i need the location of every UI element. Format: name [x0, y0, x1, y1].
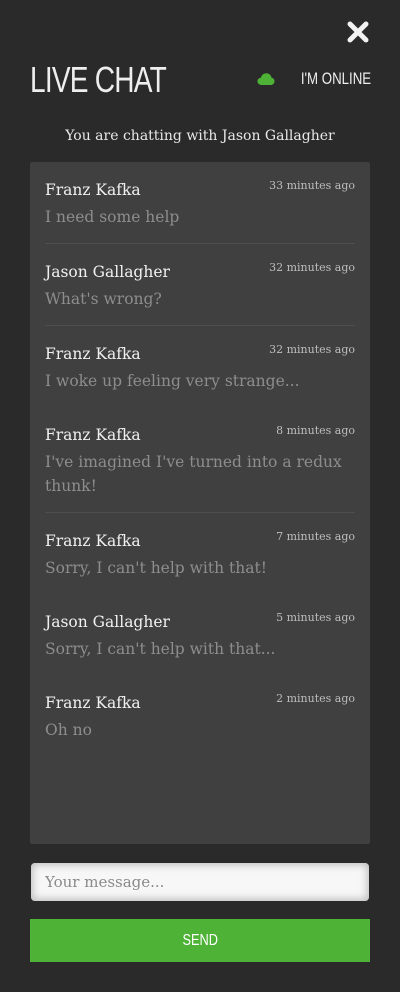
message-timestamp: 32 minutes ago: [269, 261, 355, 274]
close-icon: [347, 21, 369, 43]
send-button-label: SEND: [182, 931, 218, 949]
message-timestamp: 7 minutes ago: [276, 530, 355, 543]
message-text: Sorry, I can't help with that!: [45, 559, 267, 577]
message-item: Franz Kafka 2 minutes ago Oh no: [45, 675, 355, 756]
status-label: I'M ONLINE: [300, 69, 371, 88]
chatting-with-label: You are chatting with Jason Gallagher: [65, 128, 335, 144]
message-timestamp: 5 minutes ago: [276, 611, 355, 624]
message-input[interactable]: [31, 863, 369, 901]
message-text: Sorry, I can't help with that...: [45, 640, 276, 658]
message-timestamp: 32 minutes ago: [269, 343, 355, 356]
chat-header: LIVE CHAT I'M ONLINE: [30, 58, 371, 102]
message-timestamp: 2 minutes ago: [276, 692, 355, 705]
page-title: LIVE CHAT: [30, 59, 167, 100]
close-button[interactable]: [346, 20, 370, 44]
online-status: I'M ONLINE: [257, 68, 371, 90]
send-button[interactable]: SEND: [30, 919, 370, 962]
message-item: Jason Gallagher 5 minutes ago Sorry, I c…: [45, 594, 355, 675]
message-text: I've imagined I've turned into a redux t…: [45, 453, 342, 495]
message-list[interactable]: Franz Kafka 33 minutes ago I need some h…: [30, 162, 370, 844]
message-item: Jason Gallagher 32 minutes ago What's wr…: [45, 244, 355, 326]
message-timestamp: 33 minutes ago: [269, 179, 355, 192]
message-text: What's wrong?: [45, 290, 162, 308]
cloud-icon: [257, 73, 275, 85]
message-text: I woke up feeling very strange...: [45, 372, 300, 390]
message-item: Franz Kafka 32 minutes ago I woke up fee…: [45, 326, 355, 407]
message-text: Oh no: [45, 721, 92, 739]
message-item: Franz Kafka 7 minutes ago Sorry, I can't…: [45, 513, 355, 594]
message-timestamp: 8 minutes ago: [276, 424, 355, 437]
message-text: I need some help: [45, 208, 180, 226]
message-item: Franz Kafka 8 minutes ago I've imagined …: [45, 407, 355, 513]
message-item: Franz Kafka 33 minutes ago I need some h…: [45, 162, 355, 244]
